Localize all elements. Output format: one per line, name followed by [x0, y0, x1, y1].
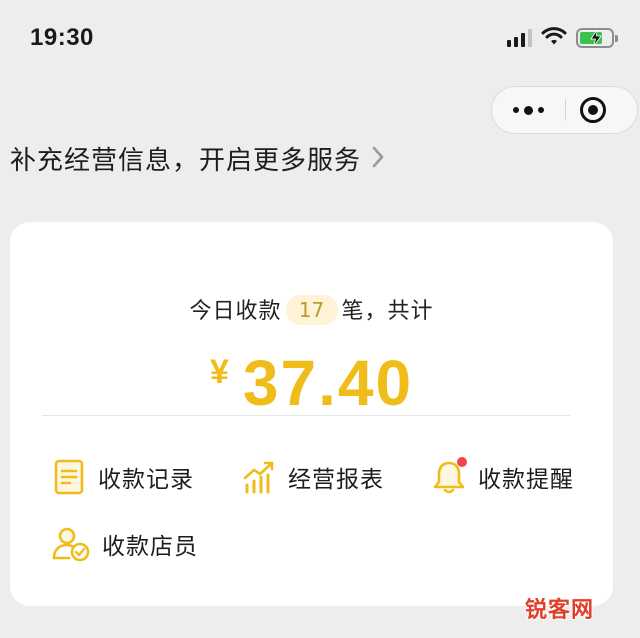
menu-item-label: 收款记录 — [98, 467, 194, 493]
capsule-divider — [565, 99, 566, 121]
menu-item-staff[interactable]: 收款店员 — [52, 526, 198, 562]
bar-chart-icon — [242, 459, 276, 495]
menu-item-label: 收款提醒 — [478, 467, 574, 493]
staff-verified-icon — [52, 526, 90, 562]
amount-value: 37.40 — [242, 347, 414, 419]
status-icons — [507, 26, 618, 50]
notification-badge — [457, 457, 467, 467]
total-amount: ¥37.40 — [10, 346, 613, 420]
close-miniprogram-icon[interactable] — [580, 97, 606, 123]
banner-text: 补充经营信息，开启更多服务 — [10, 146, 362, 176]
today-summary: 今日收款 17 笔，共计 — [10, 293, 613, 325]
receipt-record-icon — [52, 459, 86, 495]
today-prefix: 今日收款 — [189, 299, 282, 324]
currency-symbol: ¥ — [209, 353, 229, 391]
transaction-count-badge: 17 — [285, 295, 338, 325]
today-suffix: 笔，共计 — [341, 299, 434, 324]
chevron-right-icon — [361, 145, 385, 173]
menu-item-records[interactable]: 收款记录 — [52, 459, 194, 495]
menu-item-reminder[interactable]: 收款提醒 — [432, 457, 574, 495]
battery-charging-icon — [576, 28, 618, 48]
menu-item-reports[interactable]: 经营报表 — [242, 459, 384, 495]
menu-item-label: 收款店员 — [102, 534, 198, 560]
menu-item-label: 经营报表 — [288, 467, 384, 493]
more-icon[interactable] — [492, 87, 564, 133]
collection-card: 今日收款 17 笔，共计 ¥37.40 收款记录 经营报表 收款提醒 收款店员 — [10, 222, 613, 606]
wifi-icon — [541, 26, 567, 50]
status-time: 19:30 — [30, 24, 94, 51]
bell-icon — [432, 457, 467, 495]
signal-icon — [507, 29, 532, 47]
business-info-banner[interactable]: 补充经营信息，开启更多服务 — [10, 140, 385, 177]
watermark-logo: 锐客网 — [524, 598, 594, 623]
capsule-menu — [491, 86, 638, 134]
card-divider — [42, 415, 570, 416]
